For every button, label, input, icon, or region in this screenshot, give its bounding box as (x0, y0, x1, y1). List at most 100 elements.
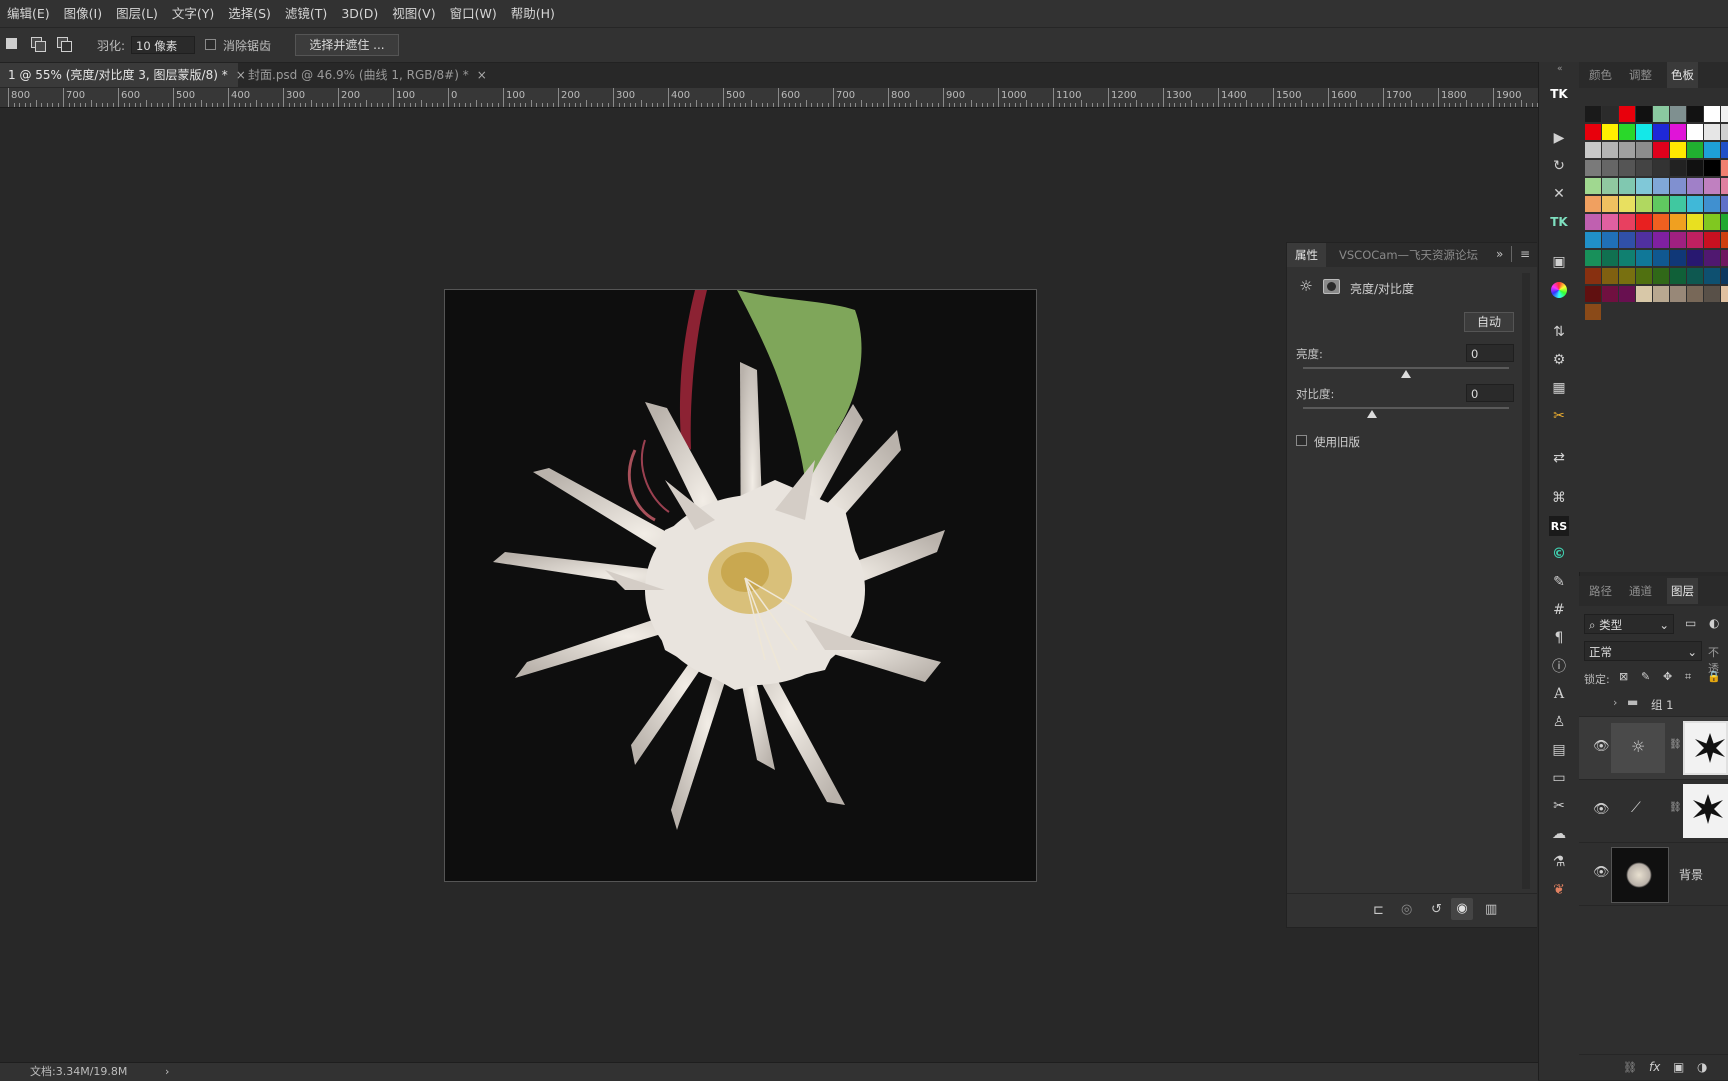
color-swatch[interactable] (1704, 106, 1720, 122)
visibility-icon[interactable]: ◉ (1451, 898, 1473, 920)
color-swatch[interactable] (1619, 142, 1635, 158)
horizontal-ruler[interactable]: 800 700 600 500 400 300 200 100 0 100 200 300 400 500… (0, 88, 1538, 108)
layer-mask-icon[interactable] (1323, 279, 1340, 294)
color-swatch[interactable] (1602, 178, 1618, 194)
color-swatch[interactable] (1602, 286, 1618, 302)
fish-icon[interactable]: ❦ (1549, 880, 1569, 900)
trash-icon[interactable]: ▥ (1485, 902, 1497, 917)
layer-row-curves[interactable]: 👁 ⟋ ⛓ (1579, 780, 1728, 843)
tab-paths[interactable]: 路径 (1589, 578, 1612, 604)
color-swatch[interactable] (1670, 178, 1686, 194)
color-swatch[interactable] (1653, 160, 1669, 176)
brightness-input[interactable]: 0 (1466, 344, 1514, 362)
color-swatch[interactable] (1585, 232, 1601, 248)
tk-panel-icon[interactable]: TK (1549, 212, 1569, 232)
document-canvas[interactable] (444, 289, 1037, 882)
levels-icon[interactable]: ⇅ (1549, 322, 1569, 342)
color-swatch[interactable] (1585, 214, 1601, 230)
menu-window[interactable]: 窗口(W) (443, 0, 504, 27)
layer-filter-dropdown[interactable]: ⌕ 类型 ⌄ (1584, 614, 1674, 634)
color-swatch[interactable] (1585, 304, 1601, 320)
color-swatch[interactable] (1653, 250, 1669, 266)
new-selection-icon[interactable] (5, 37, 19, 51)
color-wheel-icon[interactable] (1549, 280, 1569, 300)
tab-swatches[interactable]: 色板 (1667, 62, 1698, 88)
color-swatch[interactable] (1619, 124, 1635, 140)
rs-plugin-icon[interactable]: RS (1549, 516, 1569, 536)
color-swatch[interactable] (1721, 106, 1728, 122)
color-swatch[interactable] (1602, 196, 1618, 212)
color-swatch[interactable] (1602, 106, 1618, 122)
color-swatch[interactable] (1585, 268, 1601, 284)
color-swatch[interactable] (1704, 286, 1720, 302)
color-swatch[interactable] (1687, 232, 1703, 248)
color-swatch[interactable] (1670, 232, 1686, 248)
layer-row-background[interactable]: 👁 背景 (1579, 843, 1728, 906)
lock-artboard-icon[interactable]: ⌗ (1685, 670, 1691, 684)
grid-icon[interactable]: # (1549, 600, 1569, 620)
color-swatch[interactable] (1619, 106, 1635, 122)
menu-layer[interactable]: 图层(L) (109, 0, 165, 27)
color-swatch[interactable] (1653, 214, 1669, 230)
menu-help[interactable]: 帮助(H) (504, 0, 562, 27)
notes-icon[interactable]: ▭ (1549, 768, 1569, 788)
link-layers-icon[interactable]: ⛓ (1623, 1061, 1637, 1074)
brightness-slider[interactable] (1303, 367, 1509, 369)
color-swatch[interactable] (1636, 232, 1652, 248)
paragraph-icon[interactable]: ¶ (1549, 628, 1569, 648)
menu-view[interactable]: 视图(V) (385, 0, 442, 27)
color-swatch[interactable] (1636, 196, 1652, 212)
color-swatch[interactable] (1602, 250, 1618, 266)
lock-paint-icon[interactable]: ✎ (1641, 670, 1650, 683)
color-swatch[interactable] (1585, 178, 1601, 194)
color-swatch[interactable] (1653, 124, 1669, 140)
color-swatch[interactable] (1670, 250, 1686, 266)
color-swatch[interactable] (1602, 124, 1618, 140)
flask-icon[interactable]: ⚗ (1549, 852, 1569, 872)
color-swatch[interactable] (1585, 196, 1601, 212)
add-mask-icon[interactable]: ▣ (1673, 1060, 1684, 1074)
color-swatch[interactable] (1636, 286, 1652, 302)
color-swatch[interactable] (1636, 124, 1652, 140)
lock-all-icon[interactable]: 🔒 (1707, 670, 1721, 683)
scissors-icon[interactable]: ✂ (1549, 406, 1569, 426)
color-swatch[interactable] (1704, 124, 1720, 140)
eye-icon[interactable]: 👁 (1593, 739, 1610, 754)
color-swatch[interactable] (1721, 160, 1728, 176)
color-swatch[interactable] (1721, 142, 1728, 158)
color-swatch[interactable] (1670, 196, 1686, 212)
color-swatch[interactable] (1602, 232, 1618, 248)
gear-icon[interactable]: ⚙ (1549, 350, 1569, 370)
plugin-icon[interactable]: ▣ (1549, 252, 1569, 272)
color-swatch[interactable] (1721, 214, 1728, 230)
rotate-icon[interactable]: ↻ (1549, 156, 1569, 176)
menu-select[interactable]: 选择(S) (221, 0, 278, 27)
adjustment-filter-icon[interactable]: ◐ (1709, 616, 1719, 630)
properties-scrollbar[interactable] (1522, 273, 1530, 889)
color-swatch[interactable] (1653, 178, 1669, 194)
menu-type[interactable]: 文字(Y) (165, 0, 221, 27)
blend-mode-dropdown[interactable]: 正常 ⌄ (1584, 641, 1702, 661)
color-swatch[interactable] (1585, 160, 1601, 176)
color-swatch[interactable] (1585, 286, 1601, 302)
tab-document-1[interactable]: 1 @ 55% (亮度/对比度 3, 图层蒙版/8) * × (0, 63, 246, 87)
color-swatch[interactable] (1653, 106, 1669, 122)
status-menu-arrow[interactable]: › (165, 1063, 169, 1081)
tab-adjustments[interactable]: 调整 (1629, 62, 1652, 88)
color-swatch[interactable] (1653, 268, 1669, 284)
color-swatch[interactable] (1721, 196, 1728, 212)
color-swatch[interactable] (1653, 142, 1669, 158)
layer-mask-thumbnail[interactable] (1683, 784, 1728, 838)
color-swatch[interactable] (1721, 178, 1728, 194)
color-swatch[interactable] (1636, 214, 1652, 230)
color-swatch[interactable] (1687, 160, 1703, 176)
color-swatch[interactable] (1619, 250, 1635, 266)
info-icon[interactable]: ⓘ (1549, 656, 1569, 676)
panel-menu-icon[interactable]: ≡ (1520, 247, 1530, 261)
color-swatch[interactable] (1619, 268, 1635, 284)
tab-color[interactable]: 颜色 (1589, 62, 1612, 88)
color-swatch[interactable] (1602, 160, 1618, 176)
fx-icon[interactable]: fx (1649, 1060, 1660, 1074)
color-swatch[interactable] (1704, 160, 1720, 176)
link-icon[interactable]: ⛓ (1669, 802, 1682, 813)
